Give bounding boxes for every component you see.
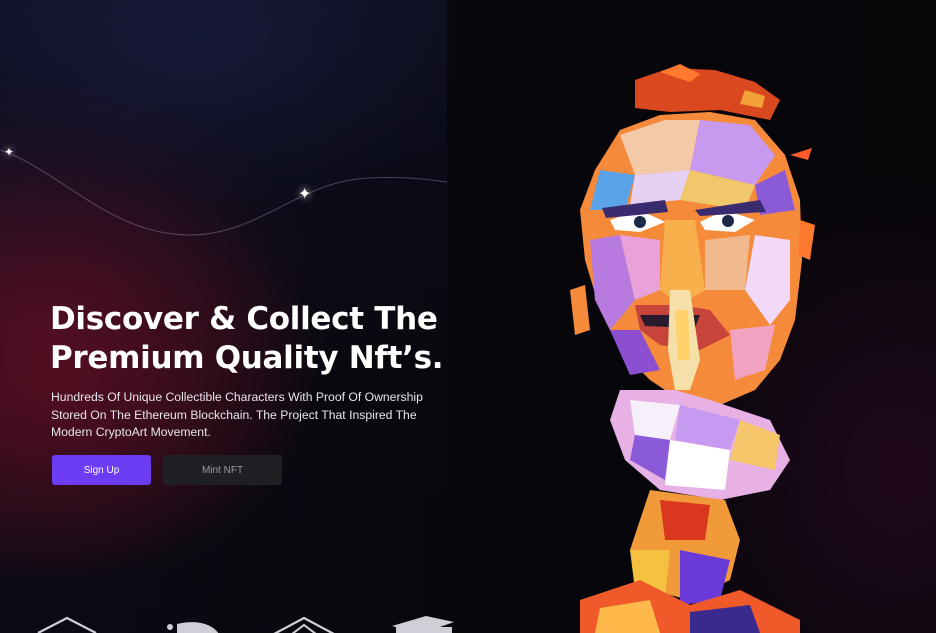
hero-title-line-2: Premium Quality Nft’s. (50, 340, 444, 376)
hero-title: Discover & Collect The Premium Quality N… (50, 300, 470, 378)
sign-up-button[interactable]: Sign Up (52, 455, 151, 485)
hero-panel: ✦ ✦ Discover & Collect The Premium Quali… (0, 0, 454, 633)
decorative-wave-line (0, 149, 447, 236)
partner-logo-cap-icon (392, 616, 454, 633)
landing-page: ✦ ✦ Discover & Collect The Premium Quali… (0, 0, 936, 633)
partner-logo-house-icon (37, 616, 97, 633)
sparkle-icon: ✦ (4, 145, 15, 159)
partner-logos-strip (0, 606, 454, 633)
sparkle-icon: ✦ (298, 186, 312, 203)
partner-logo-coin-icon (167, 622, 219, 633)
hero-description: Hundreds Of Unique Collectible Character… (51, 390, 423, 439)
polygonal-portrait-image (570, 64, 815, 633)
hero-title-line-1: Discover & Collect The (50, 301, 438, 337)
mint-nft-button[interactable]: Mint NFT (163, 455, 282, 485)
partner-logo-arrow-icon (273, 616, 335, 633)
